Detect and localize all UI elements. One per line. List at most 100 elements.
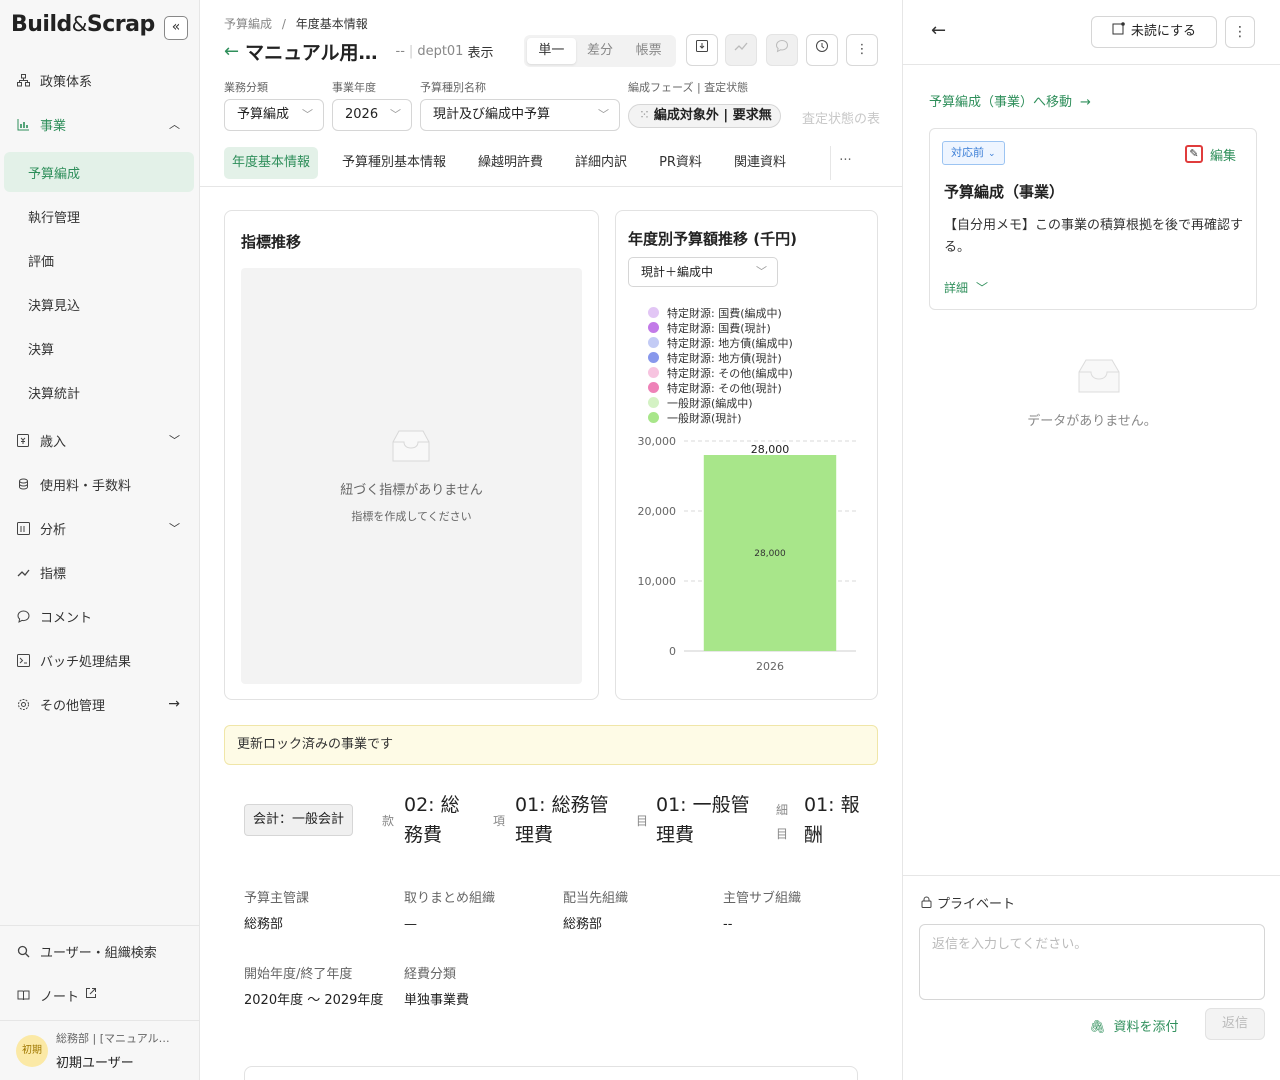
nav-other-management[interactable]: その他管理 → xyxy=(0,682,200,726)
comment-memo: 【自分用メモ】この事業の積算根拠を後で再確認する。 xyxy=(944,218,1244,255)
title-row: ← マニュアル用… -- | dept01 表示 xyxy=(224,38,493,64)
panel-more-button[interactable]: ⋮ xyxy=(1225,16,1255,48)
breadcrumb-parent[interactable]: 予算編成 xyxy=(224,17,272,31)
user-name: 初期ユーザー xyxy=(56,1056,134,1071)
legend-item[interactable]: 特定財源: その他(編成中) xyxy=(648,365,793,380)
nav-business[interactable]: 事業 ︿ xyxy=(0,102,200,146)
tab-pr-materials[interactable]: PR資料 xyxy=(651,147,710,179)
nav-note[interactable]: ノート xyxy=(0,973,200,1017)
status-badge[interactable]: 対応前 ⌄ xyxy=(942,141,1005,165)
saimoku-label: 細目 xyxy=(776,803,789,841)
fiscal-year-value: 2026 xyxy=(345,107,379,122)
edit-button[interactable]: 編集 xyxy=(1210,145,1236,164)
chevron-down-icon: ﹀ xyxy=(756,265,767,278)
tab-details[interactable]: 詳細内訳 xyxy=(567,147,635,179)
app-logo[interactable]: Build&Scrap xyxy=(11,12,155,37)
user-org: 総務部 | [マニュアル… xyxy=(56,1032,170,1045)
summary-org-label: 取りまとめ組織 xyxy=(404,891,496,906)
send-reply-button[interactable]: 返信 xyxy=(1205,1008,1265,1040)
mode-diff[interactable]: 差分 xyxy=(576,38,625,64)
nav-label: 分析 xyxy=(40,522,67,538)
nav-label: ユーザー・組織検索 xyxy=(40,945,157,961)
legend-item[interactable]: 特定財源: 国費(現計) xyxy=(648,320,793,335)
attach-file-label: 資料を添付 xyxy=(1113,1020,1179,1035)
app-root: Build&Scrap « 政策体系 事業 ︿ 予算編成 執行管理 評価 決算見… xyxy=(0,0,1280,1080)
nav-sub-budget-formation[interactable]: 予算編成 xyxy=(4,152,194,192)
reply-input[interactable]: 返信を入力してください。 xyxy=(919,924,1265,1000)
edit-icon[interactable]: ✎ xyxy=(1185,145,1203,163)
alloc-org-value: 総務部 xyxy=(563,917,603,932)
legend-item[interactable]: 一般財源(編成中) xyxy=(648,395,793,410)
nav-sub-settlement-forecast[interactable]: 決算見込 xyxy=(0,282,200,326)
nav-sub-settlement-stats[interactable]: 決算統計 xyxy=(0,370,200,414)
tab-more-button[interactable]: ··· xyxy=(830,146,860,180)
legend-item[interactable]: 特定財源: 国費(編成中) xyxy=(648,305,793,320)
x-tick-label: 2026 xyxy=(756,660,784,673)
private-label: プライベート xyxy=(921,893,1015,912)
nav-batch-results[interactable]: バッチ処理結果 xyxy=(0,638,200,682)
panel-divider xyxy=(903,64,1280,65)
back-arrow-icon[interactable]: ← xyxy=(931,20,946,41)
budget-bar-chart: 0 10,000 20,000 30,000 28,000 28,000 2026 xyxy=(638,435,856,673)
nav-comments[interactable]: コメント xyxy=(0,594,200,638)
detail-toggle[interactable]: 詳細 ﹀ xyxy=(944,279,988,296)
nav-user-org-search[interactable]: ユーザー・組織検索 xyxy=(0,929,200,973)
nav-sub-evaluation[interactable]: 評価 xyxy=(0,238,200,282)
history-button[interactable] xyxy=(806,34,838,66)
cost-type-label: 経費分類 xyxy=(404,967,457,982)
nav-sub-execution[interactable]: 執行管理 xyxy=(0,194,200,238)
more-actions-button[interactable]: ⋮ xyxy=(846,34,878,66)
collapse-sidebar-button[interactable]: « xyxy=(164,16,188,40)
nav-analysis[interactable]: 分析 ﹀ xyxy=(0,506,200,550)
nav-indicators[interactable]: 指標 xyxy=(0,550,200,594)
legend-item[interactable]: 特定財源: 地方債(現計) xyxy=(648,350,793,365)
mode-single[interactable]: 単一 xyxy=(527,38,576,64)
mode-report[interactable]: 帳票 xyxy=(624,38,673,64)
legend-swatch xyxy=(648,337,659,348)
export-button[interactable] xyxy=(686,34,718,66)
indicator-empty-area: 紐づく指標がありません 指標を作成してください xyxy=(241,268,582,684)
hierarchy-icon xyxy=(16,73,30,87)
nav-label: 歳入 xyxy=(40,434,67,450)
nav-label: 政策体系 xyxy=(40,74,93,90)
nav-fees[interactable]: 使用料・手数料 xyxy=(0,462,200,506)
assessment-state-faded: 査定状態の表 xyxy=(802,112,880,127)
comment-button[interactable] xyxy=(766,34,798,66)
indicator-empty-message: 紐づく指標がありません xyxy=(340,483,483,498)
kou-label: 項 xyxy=(493,814,506,828)
tab-carryover[interactable]: 繰越明許費 xyxy=(470,147,551,179)
nav-revenue[interactable]: 歳入 ﹀ xyxy=(0,418,200,462)
indicator-card-title: 指標推移 xyxy=(241,233,302,251)
dept-code: dept01 xyxy=(417,43,464,59)
comment-icon xyxy=(16,609,30,623)
tab-annual-info[interactable]: 年度基本情報 xyxy=(224,147,319,179)
legend-label: 特定財源: 地方債(編成中) xyxy=(667,336,793,350)
nav-sub-settlement[interactable]: 決算 xyxy=(0,326,200,370)
legend-label: 特定財源: 地方債(現計) xyxy=(667,351,782,365)
attach-file-button[interactable]: 🖇 資料を添付 xyxy=(1089,1016,1179,1035)
legend-item[interactable]: 特定財源: その他(現計) xyxy=(648,380,793,395)
download-file-icon xyxy=(696,40,708,52)
trend-button[interactable] xyxy=(725,34,757,66)
moku-value: 01: 一般管理費 xyxy=(656,794,750,846)
tab-related-materials[interactable]: 関連資料 xyxy=(726,147,794,179)
display-label: 表示 xyxy=(467,45,494,61)
business-type-select[interactable]: 予算編成 ﹀ xyxy=(224,99,324,131)
fiscal-year-select[interactable]: 2026 ﹀ xyxy=(332,99,412,131)
trend-icon xyxy=(16,565,30,579)
budget-source-select[interactable]: 現計＋編成中 ﹀ xyxy=(628,257,778,287)
legend-item[interactable]: 一般財源(現計) xyxy=(648,410,793,425)
user-profile[interactable]: 初期 総務部 | [マニュアル… 初期ユーザー xyxy=(0,1020,200,1080)
avatar: 初期 xyxy=(16,1035,48,1067)
mark-unread-button[interactable]: 未読にする xyxy=(1091,16,1217,48)
legend-swatch xyxy=(648,352,659,363)
legend-item[interactable]: 特定財源: 地方債(編成中) xyxy=(648,335,793,350)
goto-budget-link[interactable]: 予算編成（事業）へ移動 → xyxy=(929,91,1091,110)
account-badge: 会計：一般会計 xyxy=(244,804,354,836)
back-arrow-icon[interactable]: ← xyxy=(224,41,239,62)
budget-type-select[interactable]: 現計及び編成中予算 ﹀ xyxy=(420,99,620,131)
lock-banner: 更新ロック済みの事業です xyxy=(224,725,878,765)
tab-budget-type-info[interactable]: 予算種別基本情報 xyxy=(334,147,454,179)
private-text: プライベート xyxy=(937,897,1016,912)
nav-policy-system[interactable]: 政策体系 xyxy=(0,58,200,102)
